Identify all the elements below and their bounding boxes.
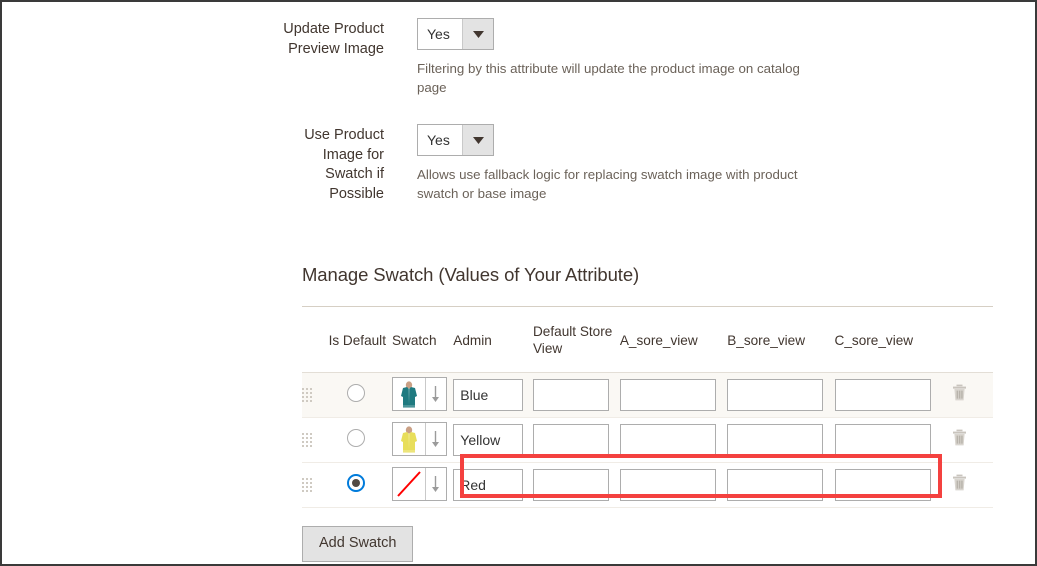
drag-handle-icon[interactable] xyxy=(302,477,313,493)
field-label: Update Product Preview Image xyxy=(283,21,384,57)
c-sore-view-input[interactable] xyxy=(834,424,931,456)
cell-is-default xyxy=(328,372,392,418)
column-header-admin: Admin xyxy=(453,307,533,373)
a-sore-view-input[interactable] xyxy=(619,379,716,411)
cell-delete xyxy=(941,417,993,463)
swatch-preview[interactable] xyxy=(391,377,447,411)
manage-swatch-section: Manage Swatch (Values of Your Attribute)… xyxy=(302,264,993,562)
field-note: Filtering by this attribute will update … xyxy=(417,61,800,95)
swatch-preview[interactable] xyxy=(391,467,447,501)
cell-is-default xyxy=(328,462,392,508)
default-store-view-input[interactable] xyxy=(532,469,609,501)
field-update-product-preview-image: Update Product Preview Image Yes Filteri… xyxy=(279,18,822,97)
default-store-view-input[interactable] xyxy=(532,424,609,456)
table-header-row: Is Default Swatch Admin Default Store Vi… xyxy=(302,307,993,373)
trash-icon[interactable] xyxy=(952,384,967,401)
cell-default-store-view xyxy=(532,372,620,418)
cell-admin xyxy=(453,417,533,463)
cell-a-sore-view xyxy=(619,462,728,508)
swatch-upload-arrow-icon[interactable] xyxy=(424,378,446,410)
table-row xyxy=(302,462,993,508)
swatch-table-body xyxy=(302,372,993,508)
column-header-a-sore-view: A_sore_view xyxy=(619,307,728,373)
table-row xyxy=(302,372,993,418)
cell-default-store-view xyxy=(532,417,620,463)
column-header-c-sore-view: C_sore_view xyxy=(834,307,942,373)
admin-value-input[interactable] xyxy=(453,424,524,456)
admin-value-input[interactable] xyxy=(453,469,524,501)
a-sore-view-input[interactable] xyxy=(619,424,716,456)
c-sore-view-input[interactable] xyxy=(834,469,931,501)
trash-icon[interactable] xyxy=(952,474,967,491)
column-header-drag xyxy=(302,307,329,373)
trash-icon[interactable] xyxy=(952,429,967,446)
cell-c-sore-view xyxy=(834,372,942,418)
swatch-image-icon xyxy=(392,423,425,455)
cell-c-sore-view xyxy=(834,462,942,508)
column-header-swatch: Swatch xyxy=(391,307,454,373)
cell-swatch xyxy=(391,417,454,463)
admin-value-input[interactable] xyxy=(453,379,524,411)
cell-c-sore-view xyxy=(834,417,942,463)
is-default-radio[interactable] xyxy=(346,473,365,492)
chevron-down-icon[interactable] xyxy=(462,19,493,49)
field-control: Yes Filtering by this attribute will upd… xyxy=(417,18,822,97)
cell-b-sore-view xyxy=(727,462,835,508)
cell-drag xyxy=(302,417,329,463)
use-product-image-select[interactable]: Yes xyxy=(417,124,494,156)
field-label: Use Product Image for Swatch if Possible xyxy=(304,127,384,202)
column-header-default-store-view: Default Store View xyxy=(532,307,620,373)
swatch-upload-arrow-icon[interactable] xyxy=(424,423,446,455)
b-sore-view-input[interactable] xyxy=(727,379,824,411)
is-default-radio[interactable] xyxy=(346,383,365,402)
select-value: Yes xyxy=(418,19,462,49)
cell-delete xyxy=(941,372,993,418)
column-header-delete xyxy=(941,307,993,373)
default-store-view-input[interactable] xyxy=(532,379,609,411)
cell-admin xyxy=(453,462,533,508)
table-row xyxy=(302,417,993,463)
cell-a-sore-view xyxy=(619,372,728,418)
b-sore-view-input[interactable] xyxy=(727,469,824,501)
chevron-down-icon[interactable] xyxy=(462,125,493,155)
field-note: Allows use fallback logic for replacing … xyxy=(417,167,798,201)
cell-delete xyxy=(941,462,993,508)
field-control: Yes Allows use fallback logic for replac… xyxy=(417,124,822,203)
c-sore-view-input[interactable] xyxy=(834,379,931,411)
drag-handle-icon[interactable] xyxy=(302,432,313,448)
swatch-upload-arrow-icon[interactable] xyxy=(424,468,446,500)
screenshot-frame: Update Product Preview Image Yes Filteri… xyxy=(0,0,1037,566)
cell-admin xyxy=(453,372,533,418)
section-title: Manage Swatch (Values of Your Attribute) xyxy=(302,264,640,285)
swatch-table: Is Default Swatch Admin Default Store Vi… xyxy=(302,307,993,508)
field-use-product-image-for-swatch: Use Product Image for Swatch if Possible… xyxy=(279,124,822,204)
a-sore-view-input[interactable] xyxy=(619,469,716,501)
cell-swatch xyxy=(391,372,454,418)
b-sore-view-input[interactable] xyxy=(727,424,824,456)
cell-swatch xyxy=(391,462,454,508)
is-default-radio[interactable] xyxy=(346,428,365,447)
column-header-is-default: Is Default xyxy=(328,307,392,373)
swatch-image-icon xyxy=(392,378,425,410)
column-header-b-sore-view: B_sore_view xyxy=(727,307,835,373)
swatch-preview[interactable] xyxy=(391,422,447,456)
cell-default-store-view xyxy=(532,462,620,508)
swatch-image-icon xyxy=(392,468,425,500)
cell-drag xyxy=(302,372,329,418)
cell-b-sore-view xyxy=(727,417,835,463)
drag-handle-icon[interactable] xyxy=(302,387,313,403)
cell-drag xyxy=(302,462,329,508)
cell-is-default xyxy=(328,417,392,463)
add-swatch-button[interactable]: Add Swatch xyxy=(302,526,414,562)
update-preview-image-select[interactable]: Yes xyxy=(417,18,494,50)
cell-b-sore-view xyxy=(727,372,835,418)
select-value: Yes xyxy=(418,125,462,155)
cell-a-sore-view xyxy=(619,417,728,463)
